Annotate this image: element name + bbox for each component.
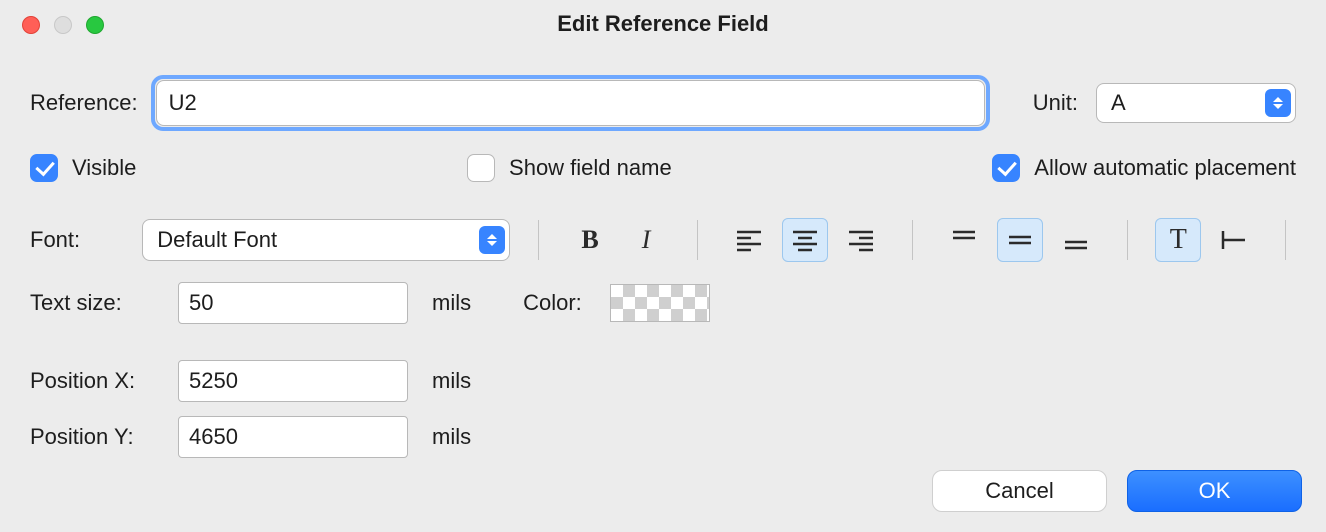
valign-middle-icon bbox=[1006, 228, 1034, 252]
position-x-unit: mils bbox=[432, 368, 471, 394]
cancel-button[interactable]: Cancel bbox=[932, 470, 1107, 512]
reference-label: Reference: bbox=[30, 90, 138, 116]
orientation-vertical-icon bbox=[1219, 227, 1249, 253]
divider bbox=[1285, 220, 1286, 260]
font-value: Default Font bbox=[157, 227, 277, 253]
divider bbox=[1127, 220, 1128, 260]
valign-bottom-icon bbox=[1062, 228, 1090, 252]
position-x-input[interactable] bbox=[178, 360, 408, 402]
position-y-input[interactable] bbox=[178, 416, 408, 458]
valign-middle-button[interactable] bbox=[997, 218, 1043, 262]
text-size-unit: mils bbox=[432, 290, 471, 316]
orientation-horizontal-button[interactable]: T bbox=[1155, 218, 1201, 262]
unit-value: A bbox=[1111, 90, 1126, 116]
unit-label: Unit: bbox=[1033, 90, 1078, 116]
minimize-window-button bbox=[54, 16, 72, 34]
align-left-button[interactable] bbox=[726, 218, 772, 262]
show-field-name-checkbox[interactable] bbox=[467, 154, 495, 182]
italic-button[interactable]: I bbox=[623, 218, 669, 262]
divider bbox=[538, 220, 539, 260]
unit-stepper-icon bbox=[1265, 89, 1291, 117]
title-bar: Edit Reference Field bbox=[0, 0, 1326, 48]
position-y-label: Position Y: bbox=[30, 424, 160, 450]
align-right-button[interactable] bbox=[838, 218, 884, 262]
unit-select[interactable]: A bbox=[1096, 83, 1296, 123]
position-x-label: Position X: bbox=[30, 368, 160, 394]
divider bbox=[912, 220, 913, 260]
bold-icon: B bbox=[581, 225, 598, 255]
font-label: Font: bbox=[30, 227, 124, 253]
zoom-window-button[interactable] bbox=[86, 16, 104, 34]
position-y-unit: mils bbox=[432, 424, 471, 450]
align-center-button[interactable] bbox=[782, 218, 828, 262]
ok-button[interactable]: OK bbox=[1127, 470, 1302, 512]
cancel-label: Cancel bbox=[985, 478, 1053, 504]
visible-label: Visible bbox=[72, 155, 136, 181]
font-select[interactable]: Default Font bbox=[142, 219, 510, 261]
italic-icon: I bbox=[642, 225, 651, 255]
valign-top-button[interactable] bbox=[941, 218, 987, 262]
text-size-input[interactable] bbox=[178, 282, 408, 324]
font-stepper-icon bbox=[479, 226, 505, 254]
orientation-vertical-button[interactable] bbox=[1211, 218, 1257, 262]
reference-input[interactable] bbox=[156, 80, 985, 126]
ok-label: OK bbox=[1199, 478, 1231, 504]
divider bbox=[697, 220, 698, 260]
window-title: Edit Reference Field bbox=[557, 11, 769, 37]
text-size-label: Text size: bbox=[30, 290, 160, 316]
color-label: Color: bbox=[523, 290, 582, 316]
allow-auto-placement-checkbox[interactable] bbox=[992, 154, 1020, 182]
align-left-icon bbox=[735, 228, 763, 252]
close-window-button[interactable] bbox=[22, 16, 40, 34]
window-controls bbox=[22, 16, 104, 34]
valign-bottom-button[interactable] bbox=[1053, 218, 1099, 262]
bold-button[interactable]: B bbox=[567, 218, 613, 262]
valign-top-icon bbox=[950, 228, 978, 252]
visible-checkbox[interactable] bbox=[30, 154, 58, 182]
color-swatch[interactable] bbox=[610, 284, 710, 322]
align-right-icon bbox=[847, 228, 875, 252]
orientation-horizontal-icon: T bbox=[1170, 224, 1187, 256]
allow-auto-placement-label: Allow automatic placement bbox=[1034, 155, 1296, 181]
align-center-icon bbox=[791, 228, 819, 252]
show-field-name-label: Show field name bbox=[509, 155, 672, 181]
